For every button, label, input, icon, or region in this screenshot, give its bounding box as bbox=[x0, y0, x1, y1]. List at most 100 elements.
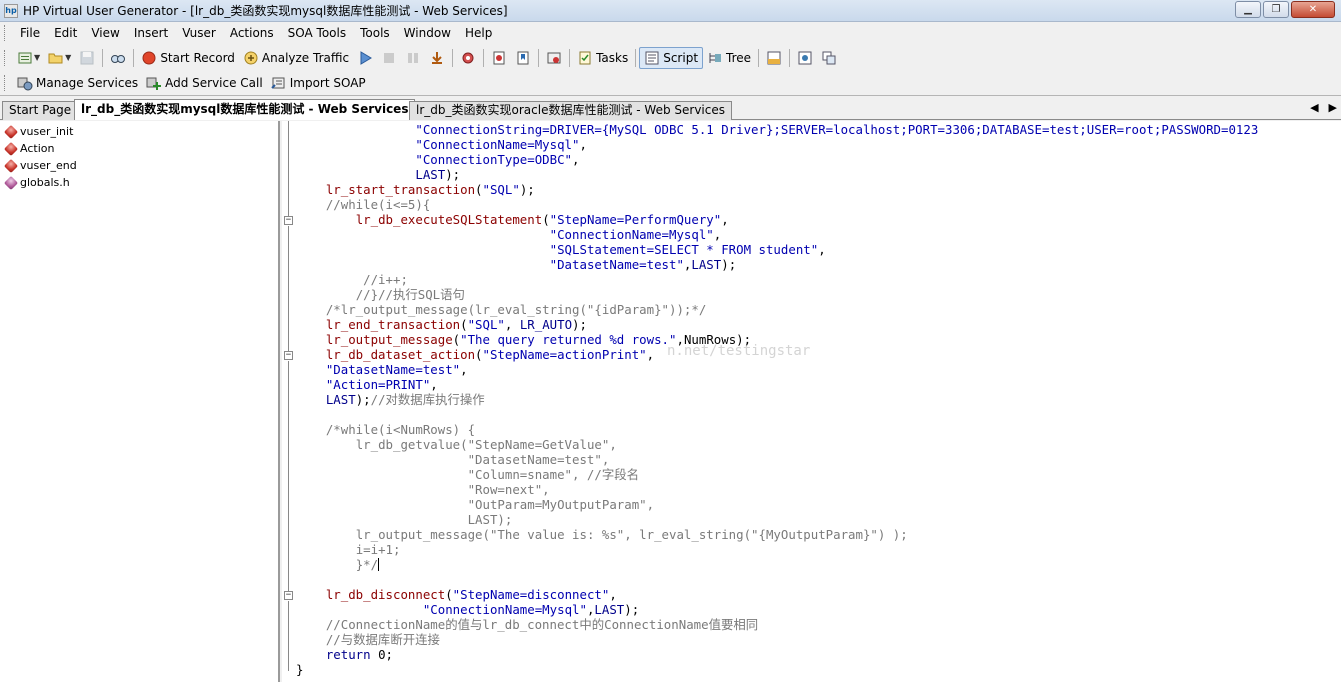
fold-toggle-icon[interactable]: − bbox=[284, 591, 293, 600]
code-line[interactable]: //ConnectionName的值与lr_db_connect中的Connec… bbox=[296, 617, 1258, 632]
code-line[interactable]: LAST); bbox=[296, 167, 1258, 182]
new-script-button[interactable]: ▼ bbox=[13, 47, 44, 69]
code-line[interactable]: lr_output_message("The query returned %d… bbox=[296, 332, 1258, 347]
code-line[interactable]: lr_end_transaction("SQL", LR_AUTO); bbox=[296, 317, 1258, 332]
step-button[interactable] bbox=[425, 47, 449, 69]
tree-item-vuser-init[interactable]: vuser_init bbox=[0, 123, 278, 140]
tab-scroll-right-icon[interactable]: ▶ bbox=[1329, 101, 1337, 114]
code-line[interactable]: lr_db_executeSQLStatement("StepName=Perf… bbox=[296, 212, 1258, 227]
toolbar-grip[interactable] bbox=[4, 75, 7, 91]
code-line[interactable]: "Row=next", bbox=[296, 482, 1258, 497]
code-token: "ConnectionString=DRIVER={MySQL ODBC 5.1… bbox=[415, 122, 1259, 137]
run-button[interactable] bbox=[353, 47, 377, 69]
code-line[interactable]: i=i+1; bbox=[296, 542, 1258, 557]
code-line[interactable]: "OutParam=MyOutputParam", bbox=[296, 497, 1258, 512]
save-button[interactable] bbox=[75, 47, 99, 69]
code-line[interactable]: //}//执行SQL语句 bbox=[296, 287, 1258, 302]
tree-item-vuser-end[interactable]: vuser_end bbox=[0, 157, 278, 174]
code-line[interactable]: "ConnectionName=Mysql", bbox=[296, 137, 1258, 152]
code-line[interactable]: }*/ bbox=[296, 557, 1258, 572]
code-line[interactable]: LAST);//对数据库执行操作 bbox=[296, 392, 1258, 407]
compile-button[interactable] bbox=[456, 47, 480, 69]
menu-file[interactable]: File bbox=[13, 23, 47, 43]
code-line[interactable]: //i++; bbox=[296, 272, 1258, 287]
code-line[interactable]: lr_db_disconnect("StepName=disconnect", bbox=[296, 587, 1258, 602]
add-service-call-icon bbox=[146, 75, 162, 91]
menu-insert[interactable]: Insert bbox=[127, 23, 175, 43]
code-line[interactable]: "ConnectionName=Mysql", bbox=[296, 227, 1258, 242]
code-line[interactable]: "Column=sname", //字段名 bbox=[296, 467, 1258, 482]
code-line[interactable]: "ConnectionName=Mysql",LAST); bbox=[296, 602, 1258, 617]
snapshot-button[interactable] bbox=[793, 47, 817, 69]
code-line[interactable]: lr_db_getvalue("StepName=GetValue", bbox=[296, 437, 1258, 452]
close-button[interactable]: ✕ bbox=[1291, 1, 1335, 18]
code-line[interactable]: "DatasetName=test", bbox=[296, 362, 1258, 377]
code-line[interactable]: lr_start_transaction("SQL"); bbox=[296, 182, 1258, 197]
chevron-down-icon[interactable]: ▼ bbox=[65, 53, 71, 62]
analyze-traffic-button[interactable]: Analyze Traffic bbox=[239, 47, 353, 69]
tab-mysql-script[interactable]: lr_db_类函数实现mysql数据库性能测试 - Web Services bbox=[74, 99, 416, 120]
start-record-button[interactable]: Start Record bbox=[137, 47, 239, 69]
minimize-button[interactable]: ▁ bbox=[1235, 1, 1261, 18]
code-line[interactable]: "DatasetName=test",LAST); bbox=[296, 257, 1258, 272]
code-line[interactable]: LAST); bbox=[296, 512, 1258, 527]
tasks-button[interactable]: Tasks bbox=[573, 47, 632, 69]
code-text[interactable]: "ConnectionString=DRIVER={MySQL ODBC 5.1… bbox=[296, 122, 1258, 677]
maximize-button[interactable]: ❐ bbox=[1263, 1, 1289, 18]
toolbar-grip[interactable] bbox=[4, 49, 7, 66]
code-line[interactable] bbox=[296, 572, 1258, 587]
menu-actions[interactable]: Actions bbox=[223, 23, 281, 43]
code-line[interactable]: "SQLStatement=SELECT * FROM student", bbox=[296, 242, 1258, 257]
fold-toggle-icon[interactable]: − bbox=[284, 351, 293, 360]
code-line[interactable]: } bbox=[296, 662, 1258, 677]
find-button[interactable] bbox=[106, 47, 130, 69]
import-soap-button[interactable]: Import SOAP bbox=[267, 72, 370, 94]
code-line[interactable]: return 0; bbox=[296, 647, 1258, 662]
code-line[interactable]: /*lr_output_message(lr_eval_string("{idP… bbox=[296, 302, 1258, 317]
menu-edit[interactable]: Edit bbox=[47, 23, 84, 43]
code-editor[interactable]: − − − "ConnectionString=DRIVER={MySQL OD… bbox=[282, 121, 1341, 682]
code-line[interactable]: "Action=PRINT", bbox=[296, 377, 1258, 392]
manage-services-button[interactable]: Manage Services bbox=[13, 72, 142, 94]
menu-window[interactable]: Window bbox=[397, 23, 458, 43]
code-line[interactable]: //while(i<=5){ bbox=[296, 197, 1258, 212]
code-line[interactable]: lr_db_dataset_action("StepName=actionPri… bbox=[296, 347, 1258, 362]
tab-oracle-script[interactable]: lr_db_类函数实现oracle数据库性能测试 - Web Services bbox=[409, 101, 732, 120]
code-line[interactable] bbox=[296, 407, 1258, 422]
code-line[interactable]: "ConnectionType=ODBC", bbox=[296, 152, 1258, 167]
copy-window-button[interactable] bbox=[817, 47, 841, 69]
output-window-button[interactable] bbox=[762, 47, 786, 69]
tree-item-action[interactable]: Action bbox=[0, 140, 278, 157]
menu-vuser[interactable]: Vuser bbox=[175, 23, 223, 43]
add-service-call-button[interactable]: Add Service Call bbox=[142, 72, 267, 94]
fold-toggle-icon[interactable]: − bbox=[284, 216, 293, 225]
code-token: ( bbox=[460, 317, 468, 332]
code-line[interactable]: "ConnectionString=DRIVER={MySQL ODBC 5.1… bbox=[296, 122, 1258, 137]
chevron-down-icon[interactable]: ▼ bbox=[34, 53, 40, 62]
code-line[interactable]: lr_output_message("The value is: %s", lr… bbox=[296, 527, 1258, 542]
pause-button[interactable] bbox=[401, 47, 425, 69]
script-view-button[interactable]: Script bbox=[639, 46, 704, 69]
code-line[interactable]: /*while(i<NumRows) { bbox=[296, 422, 1258, 437]
breakpoint-button[interactable] bbox=[487, 47, 511, 69]
code-token: "DatasetName=test" bbox=[325, 362, 461, 377]
stop-button[interactable] bbox=[377, 47, 401, 69]
menu-tools[interactable]: Tools bbox=[353, 23, 397, 43]
menu-soa-tools[interactable]: SOA Tools bbox=[281, 23, 353, 43]
code-token: , bbox=[646, 347, 655, 362]
tree-view-button[interactable]: Tree bbox=[703, 47, 755, 69]
runtime-settings-button[interactable] bbox=[542, 47, 566, 69]
open-button[interactable]: ▼ bbox=[44, 47, 75, 69]
bookmark-button[interactable] bbox=[511, 47, 535, 69]
code-line[interactable]: //与数据库断开连接 bbox=[296, 632, 1258, 647]
code-token: ); bbox=[624, 602, 640, 617]
code-token: ); bbox=[355, 392, 371, 407]
menu-view[interactable]: View bbox=[84, 23, 126, 43]
menu-help[interactable]: Help bbox=[458, 23, 499, 43]
tree-item-globals[interactable]: globals.h bbox=[0, 174, 278, 191]
toolbar-grip[interactable] bbox=[4, 25, 7, 41]
tab-start-page[interactable]: Start Page bbox=[2, 101, 79, 120]
code-line[interactable]: "DatasetName=test", bbox=[296, 452, 1258, 467]
tab-scroll-left-icon[interactable]: ◀ bbox=[1310, 101, 1318, 114]
